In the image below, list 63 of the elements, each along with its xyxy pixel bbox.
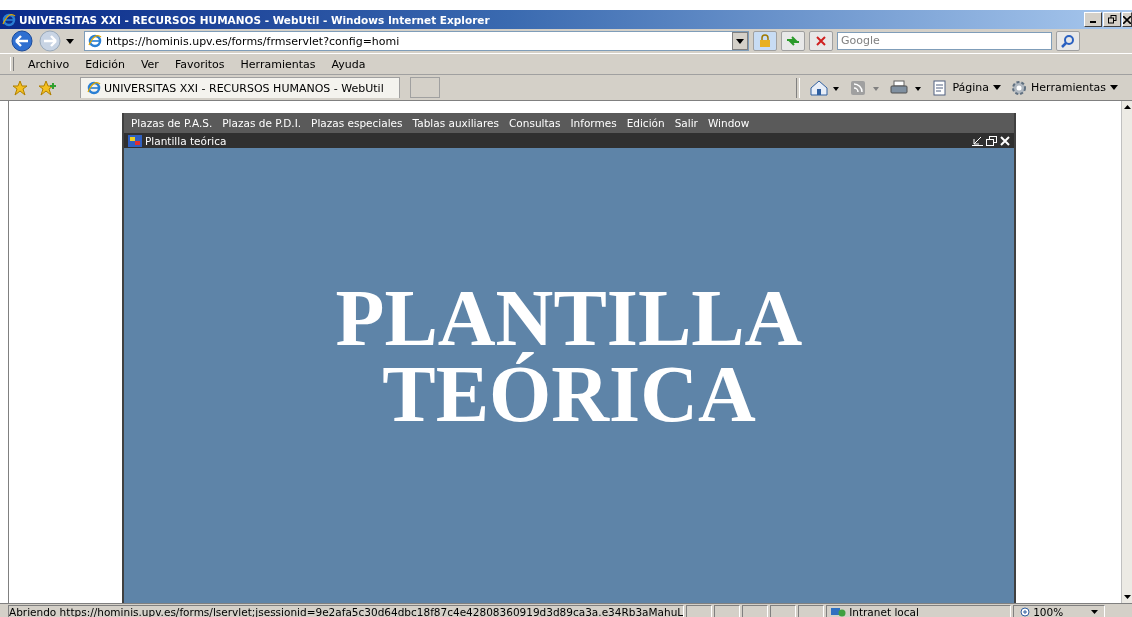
scroll-down-icon[interactable]	[1123, 595, 1131, 599]
window-title: Plantilla teórica	[145, 134, 228, 147]
page-icon	[88, 34, 102, 48]
dropdown-button[interactable]	[732, 32, 748, 50]
page-menu[interactable]: Página	[932, 79, 1002, 96]
star-plus-icon[interactable]	[38, 79, 56, 96]
close-button[interactable]	[1122, 12, 1132, 27]
refresh-icon	[786, 35, 800, 47]
search-field[interactable]: Google	[837, 32, 1052, 50]
menu-item[interactable]: Herramientas	[232, 57, 324, 71]
lock-icon	[758, 34, 772, 48]
close-icon	[815, 35, 827, 47]
scroll-up-icon[interactable]	[1123, 105, 1131, 109]
address-field[interactable]: https://hominis.upv.es/forms/frmservlet?config=homi	[84, 31, 749, 51]
menu-item[interactable]: Tablas auxiliares	[407, 117, 504, 129]
search-button[interactable]	[1056, 31, 1080, 51]
menu-item[interactable]: Archivo	[20, 57, 78, 71]
menu-item[interactable]: Window	[702, 117, 755, 129]
menu-item[interactable]: Consultas	[504, 117, 566, 129]
minimize-icon	[1090, 21, 1096, 23]
page-icon	[87, 81, 101, 95]
zoom-icon	[1020, 606, 1031, 617]
menu-item[interactable]: Edición	[621, 117, 670, 129]
network-icon	[830, 606, 847, 617]
zoom-control[interactable]: 100%	[1013, 604, 1106, 617]
close-icon[interactable]	[1000, 135, 1010, 146]
minimize-icon[interactable]	[972, 135, 983, 146]
caret-icon	[993, 85, 1002, 90]
menu-item[interactable]: Plazas de P.A.S.	[126, 117, 218, 129]
close-icon	[1123, 15, 1131, 24]
window-title: UNIVERSITAS XXI - RECURSOS HUMANOS - WebUtil - Windows Internet Explorer	[19, 13, 490, 26]
dropdown-icon	[736, 38, 744, 44]
menu-item[interactable]: Salir	[669, 117, 703, 129]
restore-button[interactable]	[1103, 12, 1121, 27]
scrollbar[interactable]	[1121, 101, 1132, 603]
printer-icon[interactable]	[890, 79, 923, 96]
home-icon[interactable]	[810, 79, 841, 96]
browser-tab[interactable]: UNIVERSITAS XXI - RECURSOS HUMANOS - WebUtil	[80, 77, 400, 98]
restore-icon[interactable]	[986, 135, 997, 146]
security-zone: Intranet local	[849, 605, 919, 617]
gear-icon	[1011, 79, 1028, 96]
dropdown-icon[interactable]	[66, 38, 74, 44]
caret-icon	[1090, 609, 1098, 614]
status-text: Abriendo https://hominis.upv.es/forms/lservlet;jsessionid=9e2afa5c30d64dbc18f87c4e42808360919d3d89ca3a.e34Rb3aMahuL	[8, 604, 685, 617]
refresh-button[interactable]	[781, 31, 805, 51]
app-icon	[128, 134, 142, 147]
restore-icon	[1107, 15, 1117, 24]
menu-item[interactable]: Plazas de P.D.I.	[217, 117, 307, 129]
menu-item[interactable]: Informes	[565, 117, 622, 129]
browser-logo-icon	[2, 12, 16, 27]
back-button[interactable]	[10, 30, 34, 52]
menu-item[interactable]: Ver	[132, 57, 167, 71]
caret-icon	[1110, 85, 1118, 90]
menu-item[interactable]: Favoritos	[166, 57, 233, 71]
minimize-button[interactable]	[1084, 12, 1102, 27]
page-icon	[932, 79, 949, 96]
menu-item[interactable]: Ayuda	[323, 57, 374, 71]
stop-button[interactable]	[809, 31, 833, 51]
search-icon	[1061, 34, 1075, 48]
menu-item[interactable]: Plazas especiales	[306, 117, 408, 129]
menu-item[interactable]: Edición	[77, 57, 133, 71]
tools-menu[interactable]: Herramientas	[1011, 79, 1118, 96]
star-icon[interactable]	[12, 79, 28, 96]
